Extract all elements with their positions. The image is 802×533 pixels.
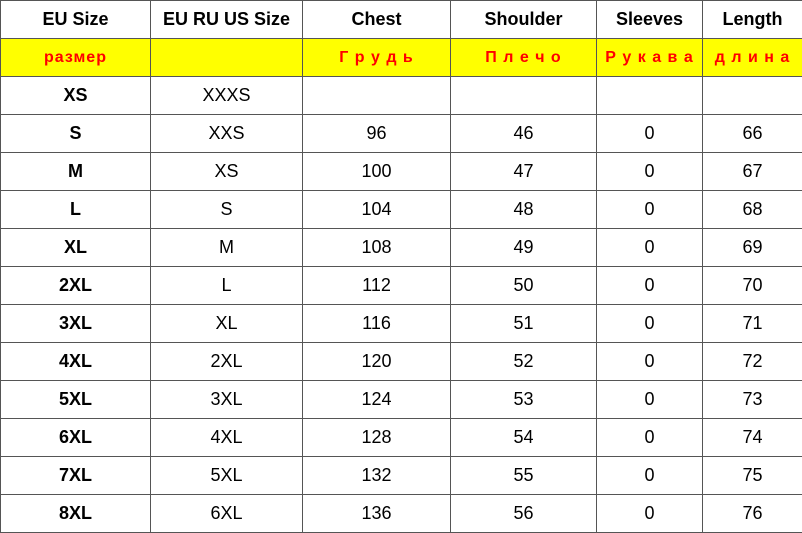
table-row: 2XLL11250070	[1, 267, 802, 305]
eu-size-cell: M	[1, 153, 151, 191]
chest-cell: 132	[303, 457, 451, 495]
sleeves-cell: 0	[597, 153, 703, 191]
chest-cell: 136	[303, 495, 451, 533]
table-row: 8XL6XL13656076	[1, 495, 802, 533]
ru-size-cell: 4XL	[151, 419, 303, 457]
chest-cell: 100	[303, 153, 451, 191]
length-cell: 67	[703, 153, 802, 191]
table-row: XSXXXS	[1, 77, 802, 115]
eu-size-cell: XS	[1, 77, 151, 115]
length-cell: 74	[703, 419, 802, 457]
ru-size-cell: M	[151, 229, 303, 267]
sleeves-cell: 0	[597, 419, 703, 457]
eu-size-cell: XL	[1, 229, 151, 267]
sub-header-row: размер Г р у д ь П л е ч о Р у к а в а д…	[1, 39, 802, 77]
header-row: EU Size EU RU US Size Chest Shoulder Sle…	[1, 1, 802, 39]
col-shoulder-header: Shoulder	[451, 1, 597, 39]
length-cell: 75	[703, 457, 802, 495]
table-row: SXXS9646066	[1, 115, 802, 153]
sleeves-cell: 0	[597, 343, 703, 381]
eu-size-cell: 6XL	[1, 419, 151, 457]
sleeves-cell: 0	[597, 267, 703, 305]
col-eu-size-subheader: размер	[1, 39, 151, 77]
eu-size-cell: 5XL	[1, 381, 151, 419]
ru-size-cell: S	[151, 191, 303, 229]
length-cell: 71	[703, 305, 802, 343]
col-sleeves-subheader: Р у к а в а	[597, 39, 703, 77]
col-length-header: Length	[703, 1, 802, 39]
ru-size-cell: XS	[151, 153, 303, 191]
length-cell: 72	[703, 343, 802, 381]
shoulder-cell: 56	[451, 495, 597, 533]
sleeves-cell: 0	[597, 229, 703, 267]
sleeves-cell: 0	[597, 305, 703, 343]
eu-size-cell: L	[1, 191, 151, 229]
ru-size-cell: 5XL	[151, 457, 303, 495]
chest-cell: 128	[303, 419, 451, 457]
col-chest-subheader: Г р у д ь	[303, 39, 451, 77]
shoulder-cell: 51	[451, 305, 597, 343]
chest-cell: 120	[303, 343, 451, 381]
shoulder-cell: 53	[451, 381, 597, 419]
shoulder-cell: 46	[451, 115, 597, 153]
table-row: 5XL3XL12453073	[1, 381, 802, 419]
eu-size-cell: S	[1, 115, 151, 153]
chest-cell: 116	[303, 305, 451, 343]
col-eu-ru-us-subheader	[151, 39, 303, 77]
col-eu-size-header: EU Size	[1, 1, 151, 39]
chest-cell: 104	[303, 191, 451, 229]
col-chest-header: Chest	[303, 1, 451, 39]
sleeves-cell: 0	[597, 191, 703, 229]
table-row: LS10448068	[1, 191, 802, 229]
shoulder-cell: 47	[451, 153, 597, 191]
length-cell: 66	[703, 115, 802, 153]
chest-cell: 96	[303, 115, 451, 153]
col-shoulder-subheader: П л е ч о	[451, 39, 597, 77]
table-row: 3XLXL11651071	[1, 305, 802, 343]
shoulder-cell: 50	[451, 267, 597, 305]
ru-size-cell: L	[151, 267, 303, 305]
ru-size-cell: 2XL	[151, 343, 303, 381]
shoulder-cell: 52	[451, 343, 597, 381]
sleeves-cell	[597, 77, 703, 115]
table-row: 6XL4XL12854074	[1, 419, 802, 457]
sleeves-cell: 0	[597, 495, 703, 533]
eu-size-cell: 8XL	[1, 495, 151, 533]
sleeves-cell: 0	[597, 381, 703, 419]
table-row: XLM10849069	[1, 229, 802, 267]
table-row: 7XL5XL13255075	[1, 457, 802, 495]
chest-cell	[303, 77, 451, 115]
chest-cell: 124	[303, 381, 451, 419]
eu-size-cell: 2XL	[1, 267, 151, 305]
shoulder-cell: 49	[451, 229, 597, 267]
length-cell	[703, 77, 802, 115]
sleeves-cell: 0	[597, 115, 703, 153]
length-cell: 69	[703, 229, 802, 267]
eu-size-cell: 3XL	[1, 305, 151, 343]
shoulder-cell: 54	[451, 419, 597, 457]
ru-size-cell: XXXS	[151, 77, 303, 115]
eu-size-cell: 7XL	[1, 457, 151, 495]
length-cell: 68	[703, 191, 802, 229]
table-row: 4XL2XL12052072	[1, 343, 802, 381]
ru-size-cell: XL	[151, 305, 303, 343]
length-cell: 76	[703, 495, 802, 533]
col-sleeves-header: Sleeves	[597, 1, 703, 39]
ru-size-cell: 3XL	[151, 381, 303, 419]
shoulder-cell	[451, 77, 597, 115]
length-cell: 70	[703, 267, 802, 305]
shoulder-cell: 55	[451, 457, 597, 495]
table-row: MXS10047067	[1, 153, 802, 191]
chest-cell: 112	[303, 267, 451, 305]
eu-size-cell: 4XL	[1, 343, 151, 381]
ru-size-cell: XXS	[151, 115, 303, 153]
ru-size-cell: 6XL	[151, 495, 303, 533]
col-length-subheader: д л и н а	[703, 39, 802, 77]
shoulder-cell: 48	[451, 191, 597, 229]
length-cell: 73	[703, 381, 802, 419]
sleeves-cell: 0	[597, 457, 703, 495]
col-eu-ru-us-header: EU RU US Size	[151, 1, 303, 39]
chest-cell: 108	[303, 229, 451, 267]
